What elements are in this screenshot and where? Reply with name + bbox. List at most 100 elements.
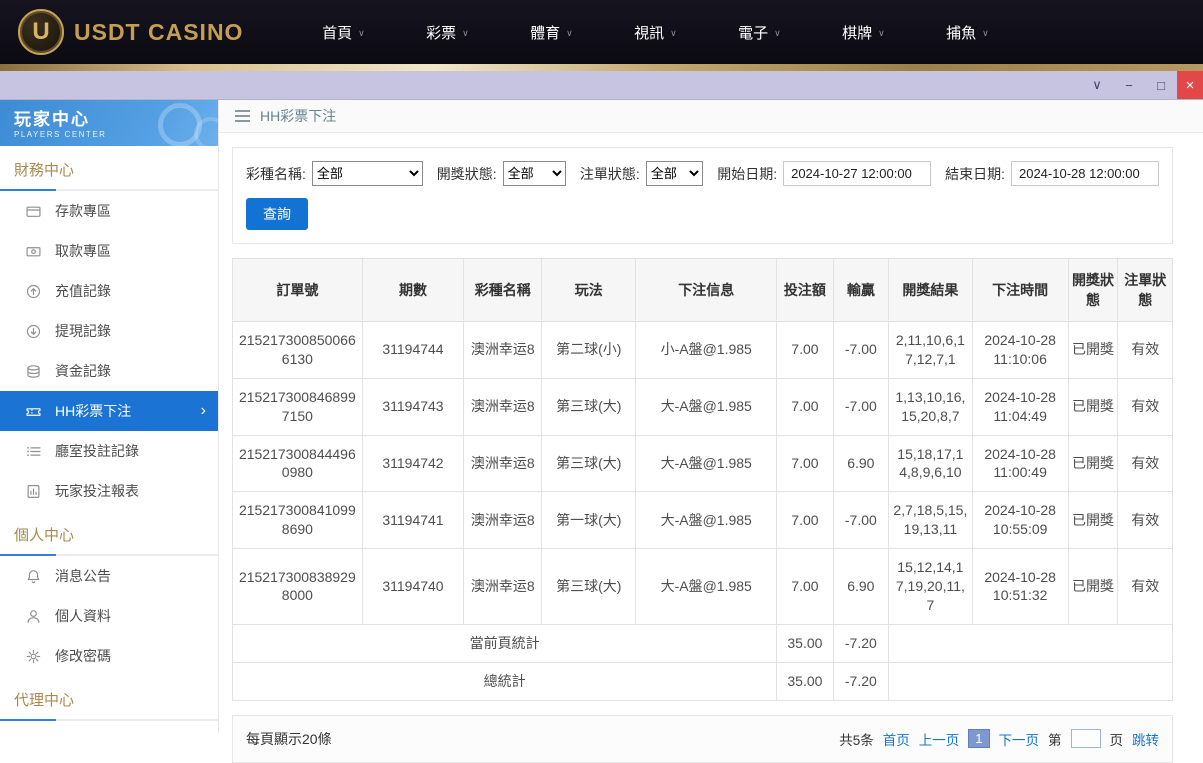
table-cell: 31194740 <box>362 549 464 625</box>
col-play-type: 玩法 <box>542 259 636 322</box>
sidebar-item-recharge-records[interactable]: 充值記錄 <box>0 271 218 311</box>
sidebar-item-withdraw-area[interactable]: 取款專區 <box>0 231 218 271</box>
sidebar-item-label: 消息公告 <box>55 566 111 586</box>
report-chart-icon <box>26 484 41 499</box>
table-cell: 已開獎 <box>1068 322 1118 379</box>
deposit-card-icon <box>26 204 41 219</box>
sidebar-header: 玩家中心 PLAYERS CENTER <box>0 100 218 146</box>
table-cell: 已開獎 <box>1068 378 1118 435</box>
hamburger-menu-icon[interactable] <box>235 110 250 122</box>
sidebar-item-announcements[interactable]: 消息公告 <box>0 556 218 596</box>
prev-page-link[interactable]: 上一页 <box>919 729 960 749</box>
lottery-name-select[interactable]: 全部 <box>312 161 423 186</box>
chevron-down-icon: ∨ <box>566 28 573 39</box>
table-cell: 2024-10-28 11:10:06 <box>972 322 1068 379</box>
table-cell: 有效 <box>1118 322 1173 379</box>
chevron-right-icon: › <box>201 403 206 419</box>
chevron-down-icon: ∨ <box>878 28 885 39</box>
pagination-bar: 每頁顯示20條 共5条 首页 上一页 1 下一页 第 页 跳转 <box>232 715 1173 763</box>
next-page-link[interactable]: 下一页 <box>999 729 1040 749</box>
window-maximize-icon[interactable]: □ <box>1145 71 1177 99</box>
table-cell: 7.00 <box>777 492 833 549</box>
nav-item-video[interactable]: 視訊∨ <box>603 22 707 43</box>
table-cell: 7.00 <box>777 549 833 625</box>
table-cell: 澳洲幸运8 <box>464 322 542 379</box>
lottery-name-label: 彩種名稱: <box>246 164 306 184</box>
table-cell: 2152173008410998690 <box>233 492 363 549</box>
nav-label: 首頁 <box>322 22 352 43</box>
table-cell: 已開獎 <box>1068 549 1118 625</box>
nav-item-home[interactable]: 首頁∨ <box>291 22 395 43</box>
nav-item-chess[interactable]: 棋牌 ∨ <box>811 22 915 43</box>
table-cell: 2024-10-28 11:04:49 <box>972 378 1068 435</box>
bell-icon <box>26 569 41 584</box>
first-page-link[interactable]: 首页 <box>883 729 910 749</box>
nav-label: 棋牌 <box>842 22 872 43</box>
search-button[interactable]: 查詢 <box>246 198 308 230</box>
sidebar-item-change-password[interactable]: 修改密碼 <box>0 636 218 676</box>
window-title-bar: ∨ − □ × <box>0 71 1203 100</box>
summary-win-total: -7.20 <box>833 624 888 662</box>
sidebar-item-player-bet-report[interactable]: 玩家投注報表 <box>0 471 218 511</box>
person-icon <box>26 609 41 624</box>
start-date-input[interactable] <box>783 161 931 186</box>
sidebar-item-hall-bet-records[interactable]: 廳室投註記錄 <box>0 431 218 471</box>
page-jump-input[interactable] <box>1071 729 1101 748</box>
table-cell: 第三球(大) <box>542 435 636 492</box>
end-date-input[interactable] <box>1011 161 1159 186</box>
order-status-label: 注單狀態: <box>580 164 640 184</box>
window-close-icon[interactable]: × <box>1177 71 1203 99</box>
summary-empty-cell <box>889 662 1173 700</box>
table-row: 2152173008500666130 31194744 澳洲幸运8 第二球(小… <box>233 322 1173 379</box>
table-cell: 7.00 <box>777 322 833 379</box>
table-cell: 31194744 <box>362 322 464 379</box>
jump-prefix-label: 第 <box>1048 729 1062 749</box>
summary-label: 當前頁統計 <box>233 624 777 662</box>
table-row: 2152173008444960980 31194742 澳洲幸运8 第三球(大… <box>233 435 1173 492</box>
nav-item-fishing[interactable]: 捕魚∨ <box>915 22 1019 43</box>
table-cell: 2024-10-28 10:51:32 <box>972 549 1068 625</box>
lottery-ticket-icon <box>26 404 41 419</box>
window-minimize-icon[interactable]: − <box>1113 71 1145 99</box>
current-page-badge[interactable]: 1 <box>968 729 989 748</box>
table-cell: 2152173008389298000 <box>233 549 363 625</box>
cashout-arrow-icon <box>26 324 41 339</box>
table-cell: 大-A盤@1.985 <box>636 492 777 549</box>
table-cell: 有效 <box>1118 549 1173 625</box>
sidebar-item-deposit-area[interactable]: 存款專區 <box>0 191 218 231</box>
col-lottery-name: 彩種名稱 <box>464 259 542 322</box>
logo[interactable]: U USDT CASINO <box>18 9 243 55</box>
nav-label: 捕魚 <box>946 22 976 43</box>
draw-status-select[interactable]: 全部 <box>503 161 566 186</box>
sidebar-item-profile[interactable]: 個人資料 <box>0 596 218 636</box>
sidebar-item-withdrawal-records[interactable]: 提現記錄 <box>0 311 218 351</box>
summary-empty-cell <box>889 624 1173 662</box>
content: 彩種名稱: 全部 開獎狀態: 全部 注單狀態: 全部 開始日期: 結束日期: 查… <box>219 133 1203 763</box>
logo-coin-icon: U <box>18 9 64 55</box>
col-order-number: 訂單號 <box>233 259 363 322</box>
nav-item-sports[interactable]: 體育∨ <box>499 22 603 43</box>
sidebar-item-label: 資金記錄 <box>55 361 111 381</box>
summary-win-total: -7.20 <box>833 662 888 700</box>
table-cell: 7.00 <box>777 378 833 435</box>
top-navigation: U USDT CASINO 首頁∨ 彩票∨ 體育∨ 視訊∨ 電子∨ 棋牌∨ 捕魚… <box>0 0 1203 64</box>
sidebar-title: 玩家中心 <box>14 105 218 130</box>
sidebar-item-label: 玩家投注報表 <box>55 481 139 501</box>
jump-button[interactable]: 跳转 <box>1132 729 1159 749</box>
sidebar-item-label: 存款專區 <box>55 201 111 221</box>
col-draw-status: 開獎狀態 <box>1068 259 1118 322</box>
nav-item-electronic[interactable]: 電子∨ <box>707 22 811 43</box>
app-frame: 玩家中心 PLAYERS CENTER 財務中心 存款專區 取款專區 充值記錄 … <box>0 100 1203 733</box>
window-dropdown-icon[interactable]: ∨ <box>1081 71 1113 99</box>
table-row: 2152173008389298000 31194740 澳洲幸运8 第三球(大… <box>233 549 1173 625</box>
sidebar-item-funds-records[interactable]: 資金記錄 <box>0 351 218 391</box>
table-cell: 第三球(大) <box>542 378 636 435</box>
sidebar-item-hh-lottery-bets[interactable]: HH彩票下注 › <box>0 391 218 431</box>
page-summary-row: 當前頁統計 35.00 -7.20 <box>233 624 1173 662</box>
summary-bet-total: 35.00 <box>777 624 833 662</box>
order-status-select[interactable]: 全部 <box>646 161 703 186</box>
page-size-text: 每頁顯示20條 <box>246 729 332 749</box>
table-cell: 6.90 <box>833 549 888 625</box>
nav-item-lottery[interactable]: 彩票∨ <box>395 22 499 43</box>
sidebar-item-label: 修改密碼 <box>55 646 111 666</box>
